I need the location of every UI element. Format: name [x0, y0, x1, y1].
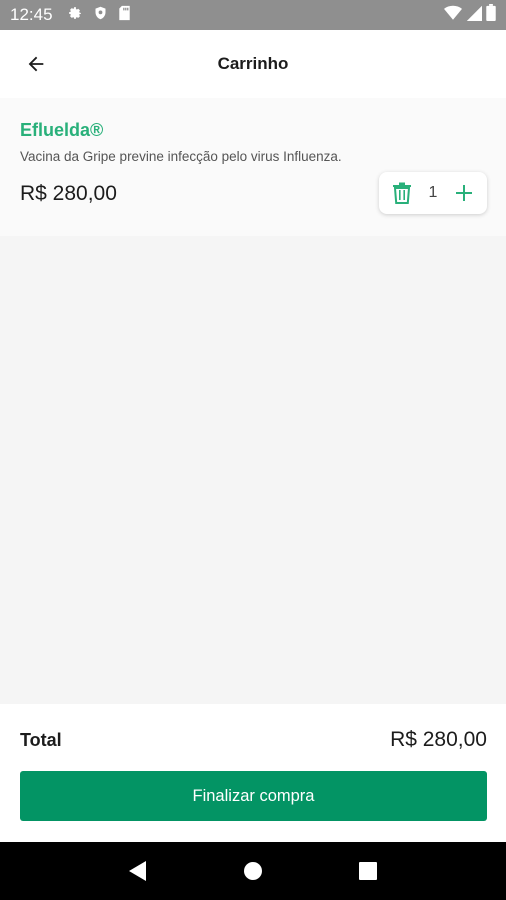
- nav-recents-button[interactable]: [348, 851, 388, 891]
- nav-home-button[interactable]: [233, 851, 273, 891]
- settings-icon: [67, 5, 83, 26]
- product-description: Vacina da Gripe previne infecção pelo vi…: [20, 149, 342, 164]
- plus-icon: [456, 185, 472, 201]
- app-bar: Carrinho: [0, 30, 506, 98]
- status-bar: 12:45: [0, 0, 506, 30]
- cart-footer: Total R$ 280,00 Finalizar compra: [0, 704, 506, 842]
- total-row: Total R$ 280,00: [20, 728, 487, 752]
- total-label: Total: [20, 729, 62, 750]
- status-left-icons: [67, 5, 131, 26]
- square-recents-icon: [359, 862, 378, 880]
- quantity-stepper: 1: [379, 172, 487, 214]
- increase-quantity-button[interactable]: [453, 182, 475, 204]
- product-price: R$ 280,00: [20, 182, 117, 205]
- remove-item-button[interactable]: [391, 182, 413, 204]
- sd-card-icon: [118, 5, 131, 26]
- quantity-value: 1: [428, 184, 438, 201]
- wifi-icon: [444, 5, 462, 26]
- arrow-left-icon: [28, 56, 44, 72]
- page-title: Carrinho: [217, 54, 289, 73]
- back-button[interactable]: [22, 50, 50, 78]
- triangle-back-icon: [128, 861, 146, 881]
- trash-icon: [393, 182, 411, 204]
- circle-home-icon: [243, 862, 262, 880]
- battery-icon: [486, 4, 496, 26]
- navigation-bar: [0, 842, 506, 900]
- checkout-button[interactable]: Finalizar compra: [20, 771, 487, 821]
- signal-icon: [466, 5, 482, 26]
- product-name: Efluelda®: [20, 120, 104, 140]
- total-value: R$ 280,00: [390, 728, 487, 751]
- nav-back-button[interactable]: [118, 851, 158, 891]
- shield-icon: [93, 5, 108, 26]
- status-time: 12:45: [10, 5, 53, 24]
- status-right-icons: [444, 4, 496, 26]
- cart-item: Efluelda® Vacina da Gripe previne infecç…: [0, 98, 506, 236]
